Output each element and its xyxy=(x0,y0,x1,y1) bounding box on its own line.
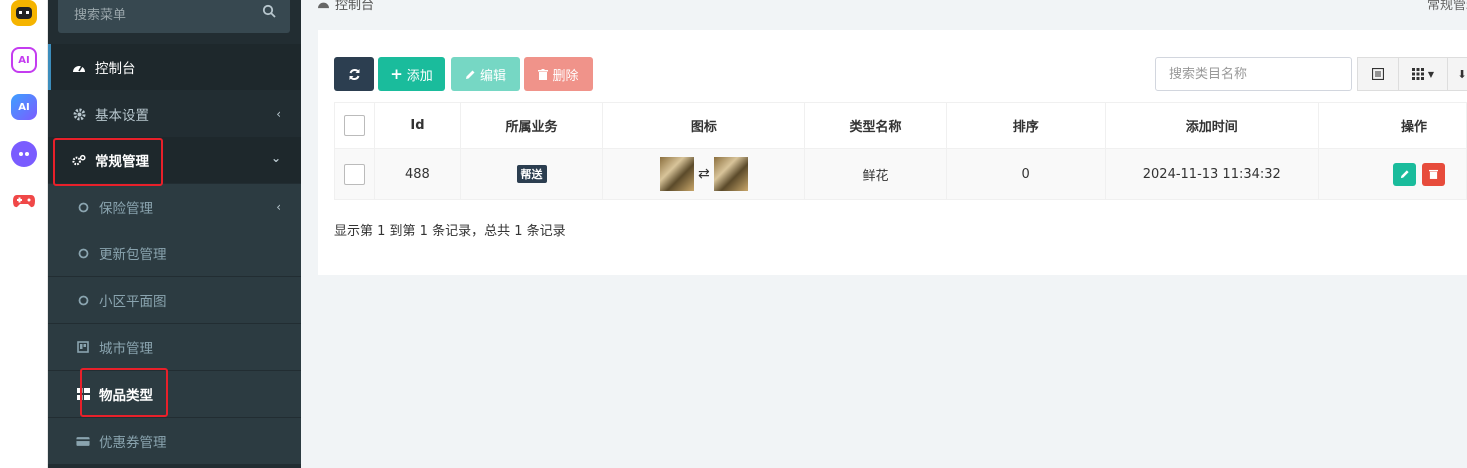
refresh-icon xyxy=(349,68,359,80)
columns-dropdown-button[interactable]: ▼ xyxy=(1398,57,1448,91)
dashboard-icon xyxy=(72,60,86,74)
grid-icon xyxy=(1411,68,1424,80)
business-tag: 帮送 xyxy=(516,165,547,183)
app-strip: AI AI xyxy=(0,0,48,468)
delete-button-label: 删除 xyxy=(552,68,579,84)
add-button-label: 添加 xyxy=(406,68,433,84)
plus-icon: + xyxy=(390,65,403,83)
sidebar-item-insurance[interactable]: 保险管理 ‹ xyxy=(48,184,301,230)
category-search[interactable] xyxy=(1155,57,1352,91)
delete-button[interactable]: 删除 xyxy=(524,57,593,91)
sidebar-item-label: 保险管理 xyxy=(99,201,153,217)
select-all-checkbox[interactable] xyxy=(344,115,366,136)
chat-bot-app-icon[interactable] xyxy=(11,0,37,26)
sidebar-item-label: 小区平面图 xyxy=(99,294,167,310)
grid-icon xyxy=(76,387,90,401)
sidebar: 搜索菜单 控制台 基本设置 ‹ 常规管理 ⌄ 保险管理 ‹ 更新包管理 小区平面… xyxy=(48,0,301,468)
column-header-id[interactable]: Id xyxy=(374,102,461,149)
cogs-icon xyxy=(72,153,86,167)
sidebar-item-coupon[interactable]: 优惠券管理 xyxy=(48,418,301,464)
breadcrumb-link[interactable]: 控制台 xyxy=(335,0,374,13)
table-row[interactable]: 488 帮送 ⇄ 鲜花 0 2024-11-13 11:34:32 xyxy=(333,148,1467,200)
sidebar-item-label: 常规管理 xyxy=(95,154,149,170)
sidebar-item-update-package[interactable]: 更新包管理 xyxy=(48,230,301,276)
sidebar-item-label: 基本设置 xyxy=(95,108,149,124)
table-header-row: Id 所属业务 图标 类型名称 排序 添加时间 操作 xyxy=(333,102,1467,149)
sidebar-item-dashboard[interactable]: 控制台 xyxy=(48,44,301,90)
credit-card-icon xyxy=(76,434,90,448)
add-button[interactable]: + 添加 xyxy=(378,57,445,91)
row-id: 488 xyxy=(374,148,461,200)
sidebar-item-city[interactable]: 城市管理 xyxy=(48,324,301,370)
row-add-time: 2024-11-13 11:34:32 xyxy=(1104,148,1320,200)
dashboard-icon xyxy=(318,2,329,9)
list-icon xyxy=(1372,68,1384,80)
sidebar-item-label: 优惠券管理 xyxy=(99,435,167,451)
edit-button[interactable]: 编辑 xyxy=(451,57,520,91)
row-actions xyxy=(1318,148,1467,200)
edit-button-label: 编辑 xyxy=(479,68,506,84)
sidebar-item-label: 城市管理 xyxy=(99,341,153,357)
circle-icon xyxy=(76,293,90,307)
select-all-cell xyxy=(333,102,376,149)
row-sort: 0 xyxy=(945,148,1106,200)
sidebar-item-label: 更新包管理 xyxy=(99,247,167,263)
category-search-input[interactable] xyxy=(1156,58,1351,90)
data-table: Id 所属业务 图标 类型名称 排序 添加时间 操作 488 帮送 ⇄ 鲜花 0… xyxy=(333,102,1467,200)
column-header-icon[interactable]: 图标 xyxy=(602,102,806,149)
sidebar-item-general-management[interactable]: 常规管理 ⌄ xyxy=(48,137,301,183)
game-app-icon[interactable] xyxy=(11,188,37,214)
export-button[interactable]: ⬇ xyxy=(1447,57,1467,91)
column-header-add-time[interactable]: 添加时间 xyxy=(1104,102,1320,149)
sidebar-item-label: 控制台 xyxy=(95,61,136,77)
row-select-cell xyxy=(333,148,376,200)
bot-app-icon[interactable] xyxy=(11,141,37,167)
city-board-icon xyxy=(76,340,90,354)
circle-icon xyxy=(76,246,90,260)
pagination-info: 显示第 1 到第 1 条记录，总共 1 条记录 xyxy=(334,224,566,239)
icon-image-thumbnail[interactable] xyxy=(659,157,694,191)
refresh-button[interactable] xyxy=(334,57,374,91)
column-header-type-name[interactable]: 类型名称 xyxy=(804,102,947,149)
row-type-name: 鲜花 xyxy=(804,148,947,200)
pencil-icon xyxy=(1400,170,1409,179)
sidebar-item-item-type[interactable]: 物品类型 xyxy=(48,371,301,417)
column-header-business[interactable]: 所属业务 xyxy=(459,102,604,149)
download-icon: ⬇ xyxy=(1457,67,1467,81)
caret-down-icon: ▼ xyxy=(1427,69,1435,79)
toggle-view-button[interactable] xyxy=(1357,57,1399,91)
selected-icon-image-thumbnail[interactable] xyxy=(713,157,748,191)
column-header-sort[interactable]: 排序 xyxy=(945,102,1106,149)
swap-arrows-icon: ⇄ xyxy=(697,166,710,182)
breadcrumb: 控制台 xyxy=(317,0,374,13)
breadcrumb-current: 常规管理 xyxy=(1427,0,1467,13)
chevron-left-icon: ‹ xyxy=(276,200,281,214)
chevron-down-icon: ⌄ xyxy=(270,151,281,165)
sidebar-item-basic-settings[interactable]: 基本设置 ‹ xyxy=(48,91,301,137)
row-icon: ⇄ xyxy=(602,148,806,200)
sidebar-item-label: 物品类型 xyxy=(99,388,153,404)
row-edit-button[interactable] xyxy=(1393,162,1416,186)
row-business: 帮送 xyxy=(459,148,604,200)
chevron-left-icon: ‹ xyxy=(276,107,281,121)
search-icon[interactable] xyxy=(262,4,276,18)
circle-icon xyxy=(76,200,90,214)
ai-app-icon[interactable]: AI xyxy=(11,47,37,73)
sidebar-search[interactable]: 搜索菜单 xyxy=(58,0,290,33)
row-checkbox[interactable] xyxy=(344,163,366,185)
trash-icon xyxy=(1429,169,1439,179)
sidebar-search-input[interactable]: 搜索菜单 xyxy=(74,4,126,23)
column-header-actions: 操作 xyxy=(1318,102,1467,149)
sidebar-item-community-map[interactable]: 小区平面图 xyxy=(48,277,301,323)
content-panel: + 添加 编辑 删除 ▼ ⬇ Id 所属业务 图标 类型名称 排序 xyxy=(318,30,1467,275)
pencil-icon xyxy=(465,70,475,79)
gear-icon xyxy=(72,107,86,121)
ai-assistant-app-icon[interactable]: AI xyxy=(11,94,37,120)
row-delete-button[interactable] xyxy=(1422,162,1446,186)
trash-icon xyxy=(538,68,549,80)
